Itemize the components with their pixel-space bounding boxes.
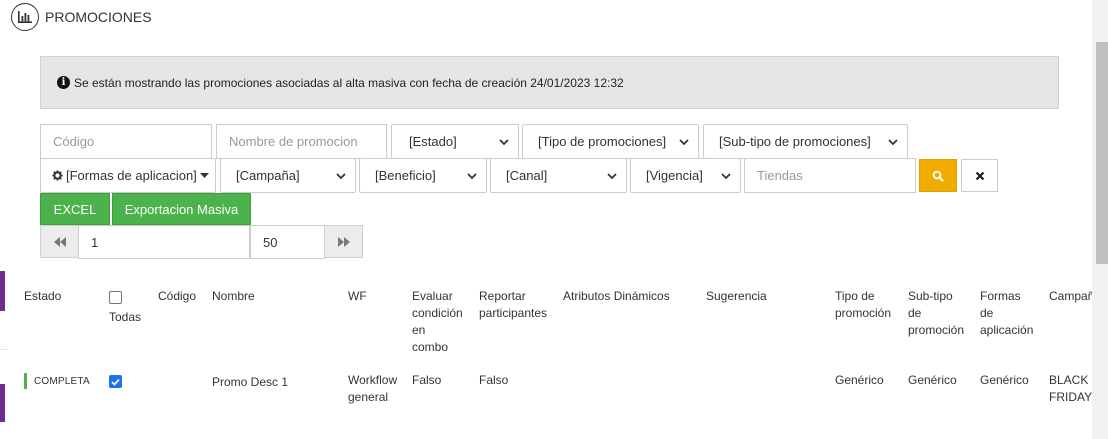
info-alert: i Se están mostrando las promociones aso… [40, 56, 1059, 109]
bar-chart-icon [11, 3, 39, 31]
cell-subtipo: Genérico [908, 373, 957, 387]
gear-icon [52, 170, 63, 181]
first-page-button[interactable] [40, 225, 79, 258]
divider [0, 349, 8, 350]
info-circle-icon: i [57, 76, 70, 89]
column-header-wf[interactable]: WF [348, 288, 367, 305]
chevron-down-icon [678, 136, 690, 148]
beneficio-select[interactable]: [Beneficio] [359, 158, 487, 193]
next-page-button[interactable] [324, 225, 363, 258]
chevron-down-icon [887, 136, 899, 148]
cell-nombre[interactable]: Promo Desc 1 [212, 374, 288, 391]
info-message: Se están mostrando las promociones asoci… [74, 75, 624, 90]
cell-evaluar: Falso [412, 373, 442, 387]
row-accent-bar [0, 384, 5, 422]
vigencia-select[interactable]: [Vigencia] [630, 158, 741, 193]
page-size-input[interactable]: 50 [250, 225, 325, 259]
cell-tipo: Genérico [835, 373, 884, 387]
nombre-promocion-input[interactable]: Nombre de promocion [216, 124, 387, 159]
exportacion-masiva-button[interactable]: Exportacion Masiva [112, 193, 251, 225]
page-number-input[interactable]: 1 [78, 225, 250, 259]
scrollbar-thumb[interactable] [1096, 42, 1108, 264]
chevron-down-icon [335, 170, 347, 182]
select-all-checkbox[interactable] [109, 291, 122, 304]
row-checkbox[interactable] [109, 375, 122, 388]
campana-select[interactable]: [Campaña] [220, 158, 356, 193]
checkmark-icon [111, 378, 120, 386]
codigo-input[interactable]: Código [40, 124, 212, 159]
column-header-formas[interactable]: Formas de aplicación [980, 288, 1033, 339]
chevron-down-icon [606, 170, 618, 182]
double-chevron-right-icon [337, 236, 350, 247]
caret-down-icon [200, 172, 209, 179]
status-badge: COMPLETA [24, 373, 90, 389]
excel-button[interactable]: EXCEL [40, 193, 110, 225]
column-header-codigo[interactable]: Código [158, 288, 196, 305]
select-all-label: Todas [109, 310, 142, 324]
chevron-down-icon [466, 170, 478, 182]
cell-reportar: Falso [479, 373, 509, 387]
column-header-nombre[interactable]: Nombre [212, 288, 255, 305]
cell-campana: BLACK FRIDAY [1049, 373, 1092, 404]
tiendas-input[interactable]: Tiendas [744, 158, 916, 193]
column-header-reportar[interactable]: Reportar participantes [479, 288, 547, 322]
column-header-tipo[interactable]: Tipo de promoción [835, 288, 891, 322]
column-header-evaluar[interactable]: Evaluar condición en combo [412, 288, 463, 356]
chevron-down-icon [720, 170, 732, 182]
column-header-estado[interactable]: Estado [24, 288, 61, 305]
search-icon [932, 170, 944, 182]
column-header-sugerencia[interactable]: Sugerencia [706, 288, 767, 305]
cell-wf: Workflow general [348, 373, 398, 404]
tipo-promociones-select[interactable]: [Tipo de promociones] [522, 124, 699, 159]
formas-aplicacion-dropdown[interactable]: [Formas de aplicacion] [40, 158, 216, 193]
page-title: PROMOCIONES [45, 9, 152, 25]
column-header-subtipo[interactable]: Sub-tipo de promoción [908, 288, 964, 339]
double-chevron-left-icon [53, 236, 66, 247]
estado-select[interactable]: [Estado] [391, 124, 519, 159]
subtipo-promociones-select[interactable]: [Sub-tipo de promociones] [703, 124, 908, 159]
column-header-campana[interactable]: Campañ [1049, 288, 1092, 305]
cell-formas: Genérico [980, 373, 1029, 387]
clear-filters-button[interactable] [961, 159, 998, 192]
close-icon [975, 171, 985, 181]
canal-select[interactable]: [Canal] [490, 158, 627, 193]
chevron-down-icon [498, 136, 510, 148]
search-button[interactable] [919, 159, 957, 192]
row-accent-bar [0, 271, 5, 311]
column-header-atributos[interactable]: Atributos Dinámicos [563, 288, 670, 305]
